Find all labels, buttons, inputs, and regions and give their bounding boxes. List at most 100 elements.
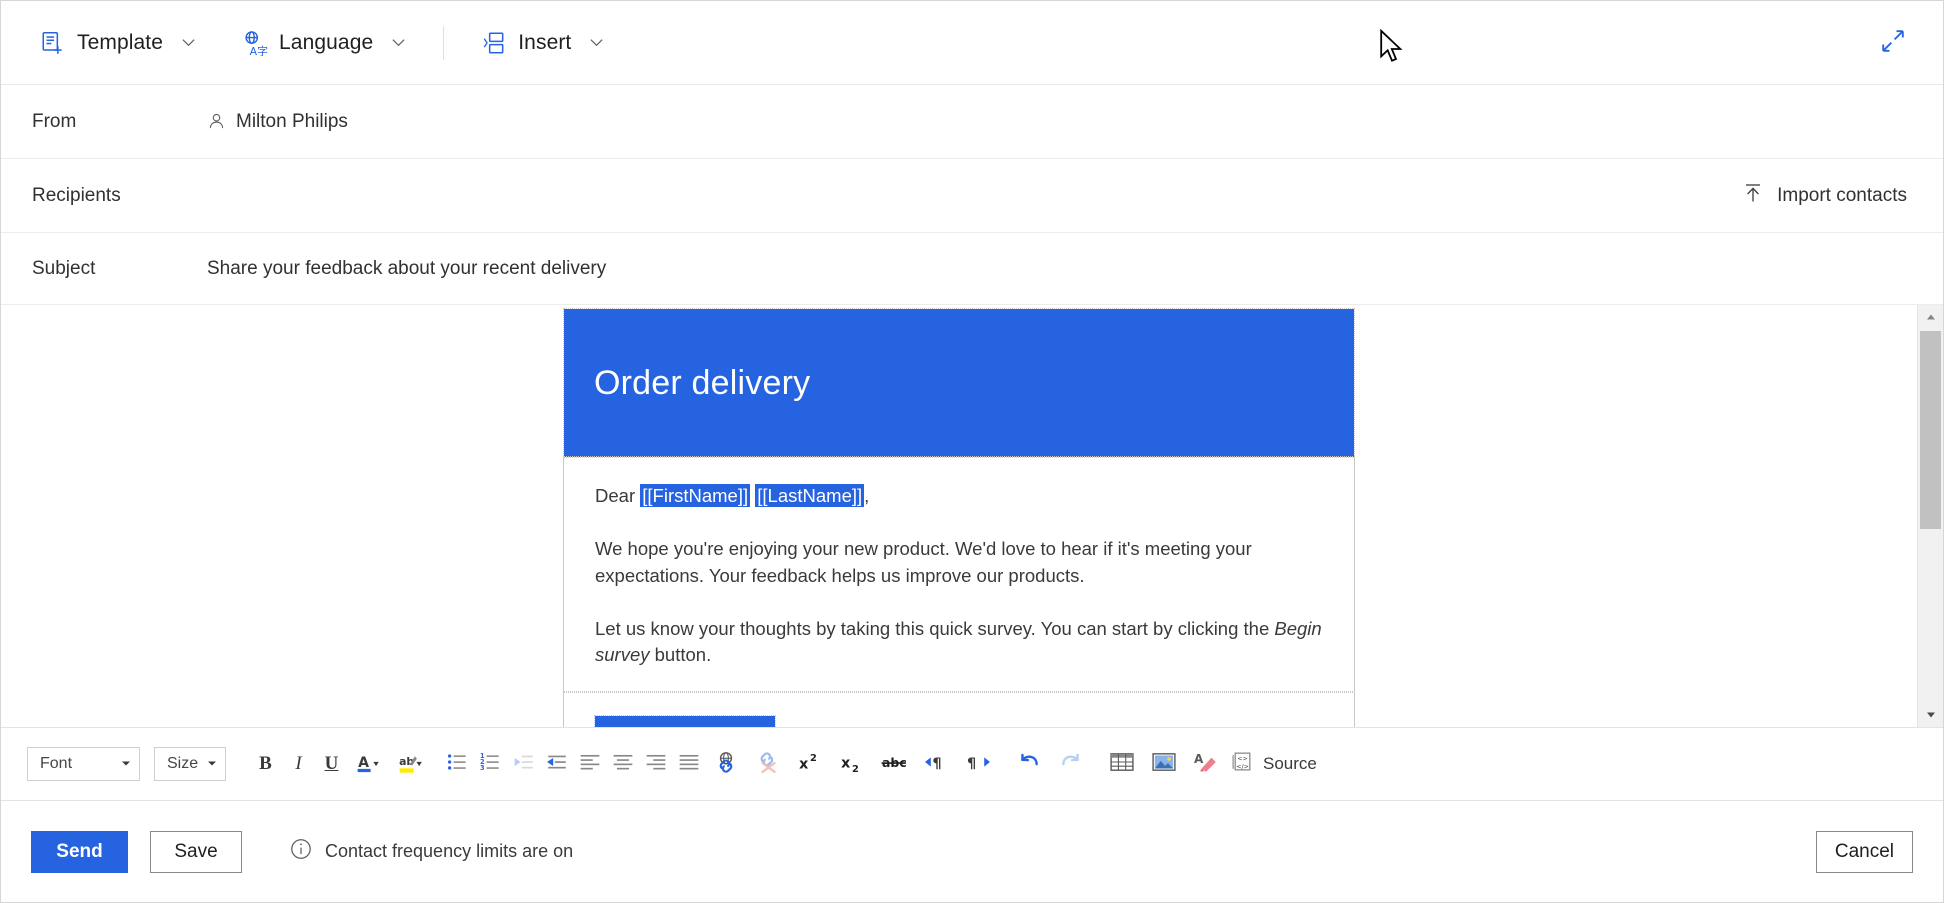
- expand-editor-button[interactable]: [1873, 23, 1913, 63]
- align-right-button[interactable]: [640, 747, 671, 781]
- paragraph-2-after: button.: [650, 644, 712, 665]
- italic-button[interactable]: I: [283, 747, 314, 781]
- align-center-icon: [612, 752, 634, 777]
- align-left-button[interactable]: [574, 747, 605, 781]
- scroll-down-arrow[interactable]: [1918, 703, 1943, 727]
- email-banner-title: Order delivery: [594, 364, 810, 403]
- source-label: Source: [1263, 754, 1317, 774]
- bulleted-list-button[interactable]: [442, 747, 473, 781]
- email-composer-window: Template A 字 Language: [0, 0, 1944, 903]
- superscript-button[interactable]: x 2: [790, 747, 830, 781]
- subscript-icon: x 2: [840, 752, 864, 777]
- language-menu-button[interactable]: A 字 Language: [231, 20, 417, 66]
- expand-diagonal-icon: [1881, 29, 1905, 58]
- chevron-down-icon: [207, 755, 217, 773]
- superscript-icon: x 2: [798, 752, 822, 777]
- insert-link-button[interactable]: [706, 747, 746, 781]
- redo-button[interactable]: [1051, 747, 1091, 781]
- undo-button[interactable]: [1009, 747, 1049, 781]
- email-paragraph-1: We hope you're enjoying your new product…: [595, 536, 1323, 589]
- insert-table-button[interactable]: [1102, 747, 1142, 781]
- align-right-icon: [645, 752, 667, 777]
- bold-icon: B: [259, 753, 272, 775]
- recipients-row[interactable]: Recipients Import contacts: [1, 159, 1943, 233]
- decrease-indent-button[interactable]: [508, 747, 539, 781]
- email-template-document[interactable]: Order delivery Dear [[FirstName]] [[Last…: [564, 309, 1354, 727]
- scroll-up-arrow[interactable]: [1918, 305, 1943, 329]
- email-banner[interactable]: Order delivery: [564, 309, 1354, 457]
- text-color-button[interactable]: A: [349, 747, 389, 781]
- merge-token-lastname[interactable]: [[LastName]]: [755, 484, 864, 507]
- upload-icon: [1742, 182, 1764, 210]
- numbered-list-icon: 1 2 3: [480, 752, 502, 777]
- svg-text:¶: ¶: [967, 755, 976, 772]
- remove-link-button[interactable]: [748, 747, 788, 781]
- italic-icon: I: [295, 753, 301, 775]
- recipients-label: Recipients: [32, 185, 207, 207]
- increase-indent-button[interactable]: [541, 747, 572, 781]
- highlight-color-button[interactable]: ab: [391, 747, 431, 781]
- template-menu-button[interactable]: Template: [29, 20, 207, 66]
- font-family-select[interactable]: Font: [27, 747, 140, 781]
- insert-label: Insert: [518, 31, 571, 55]
- source-button[interactable]: <> </> Source: [1227, 747, 1325, 781]
- cancel-button[interactable]: Cancel: [1816, 831, 1913, 873]
- text-direction-ltr-button[interactable]: ¶: [916, 747, 956, 781]
- greeting-suffix: ,: [864, 485, 869, 506]
- svg-text:字: 字: [257, 43, 268, 55]
- greeting-prefix: Dear: [595, 485, 640, 506]
- from-label: From: [32, 111, 207, 133]
- strikethrough-button[interactable]: abc: [874, 747, 914, 781]
- subject-value[interactable]: Share your feedback about your recent de…: [207, 258, 606, 280]
- contact-frequency-text: Contact frequency limits are on: [325, 841, 573, 862]
- svg-text:2: 2: [810, 752, 817, 763]
- underline-button[interactable]: U: [316, 747, 347, 781]
- from-value[interactable]: Milton Philips: [207, 111, 348, 133]
- begin-survey-button[interactable]: Begin survey: [595, 716, 775, 727]
- person-icon: [207, 112, 226, 131]
- numbered-list-button[interactable]: 1 2 3: [475, 747, 506, 781]
- editor-vertical-scrollbar[interactable]: [1917, 305, 1943, 727]
- email-paragraph-2: Let us know your thoughts by taking this…: [595, 616, 1323, 669]
- scrollbar-thumb[interactable]: [1920, 331, 1941, 529]
- save-button[interactable]: Save: [150, 831, 242, 873]
- svg-text:2: 2: [852, 763, 859, 771]
- increase-indent-icon: [546, 752, 568, 777]
- email-editor-area: Order delivery Dear [[FirstName]] [[Last…: [1, 305, 1943, 727]
- text-direction-rtl-button[interactable]: ¶: [958, 747, 998, 781]
- remove-format-icon: A: [1194, 751, 1218, 778]
- from-row[interactable]: From Milton Philips: [1, 85, 1943, 159]
- chevron-down-icon: [181, 35, 196, 50]
- send-button[interactable]: Send: [31, 831, 128, 873]
- svg-text:x: x: [841, 755, 850, 771]
- insert-icon: [481, 30, 507, 56]
- svg-text:<>: <>: [1237, 755, 1248, 762]
- svg-text:3: 3: [480, 763, 485, 771]
- chevron-down-icon: [589, 35, 604, 50]
- email-body[interactable]: Dear [[FirstName]] [[LastName]], We hope…: [564, 457, 1354, 692]
- align-left-icon: [579, 752, 601, 777]
- subscript-button[interactable]: x 2: [832, 747, 872, 781]
- language-icon: A 字: [242, 30, 268, 56]
- command-bar: Template A 字 Language: [1, 1, 1943, 85]
- subject-row[interactable]: Subject Share your feedback about your r…: [1, 233, 1943, 305]
- info-circle-icon[interactable]: [290, 838, 312, 865]
- font-size-select[interactable]: Size: [154, 747, 226, 781]
- bold-button[interactable]: B: [250, 747, 281, 781]
- cancel-button-wrapper: Cancel: [1816, 831, 1913, 873]
- align-center-button[interactable]: [607, 747, 638, 781]
- insert-menu-button[interactable]: Insert: [470, 20, 615, 66]
- merge-token-firstname[interactable]: [[FirstName]]: [640, 484, 750, 507]
- editor-canvas[interactable]: Order delivery Dear [[FirstName]] [[Last…: [1, 305, 1917, 727]
- text-direction-rtl-icon: ¶: [966, 752, 991, 777]
- strikethrough-icon: abc: [881, 752, 908, 777]
- font-family-value: Font: [40, 755, 121, 773]
- remove-format-button[interactable]: A: [1186, 747, 1226, 781]
- import-contacts-button[interactable]: Import contacts: [1730, 174, 1919, 218]
- scrollbar-track[interactable]: [1918, 329, 1943, 703]
- insert-image-button[interactable]: [1144, 747, 1184, 781]
- align-justify-button[interactable]: [673, 747, 704, 781]
- svg-text:¶: ¶: [932, 755, 941, 772]
- underline-icon: U: [325, 753, 339, 775]
- svg-text:</>: </>: [1236, 763, 1249, 770]
